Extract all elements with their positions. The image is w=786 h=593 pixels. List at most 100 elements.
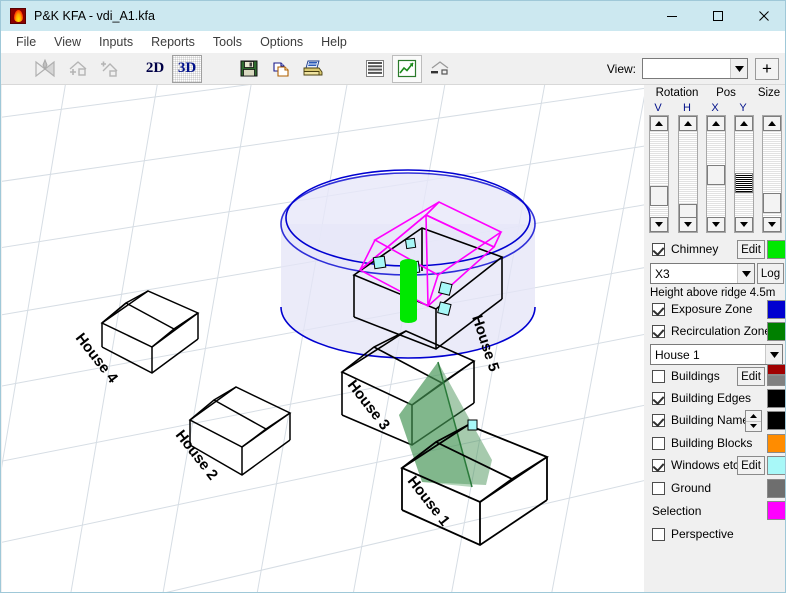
menu-item-inputs[interactable]: Inputs <box>90 33 142 51</box>
scroll-up-icon[interactable] <box>763 116 781 131</box>
table-view-icon[interactable] <box>360 55 390 83</box>
chevron-down-icon[interactable] <box>765 345 782 364</box>
scroll-up-icon[interactable] <box>735 116 753 131</box>
recirculation-zone-row[interactable]: Recirculation Zone <box>652 324 771 338</box>
menu-bar: File View Inputs Reports Tools Options H… <box>1 31 785 53</box>
axis-h-label: H <box>683 102 691 114</box>
minimize-icon[interactable] <box>649 1 695 31</box>
chimney-edit-button[interactable]: Edit <box>737 240 765 259</box>
add-building-icon[interactable] <box>62 55 92 83</box>
building-select[interactable]: House 1 <box>650 344 783 365</box>
building-blocks-checkbox[interactable] <box>652 436 665 450</box>
chevron-down-icon[interactable] <box>730 59 747 78</box>
perspective-row[interactable]: Perspective <box>652 527 734 541</box>
windows-etc-color-swatch[interactable] <box>767 456 785 475</box>
buildings-color-swatch-secondary[interactable] <box>767 375 785 386</box>
chart-view-icon[interactable] <box>392 54 422 83</box>
building-edges-row[interactable]: Building Edges <box>652 391 751 405</box>
building-edges-color-swatch[interactable] <box>767 389 785 408</box>
scroll-up-icon[interactable] <box>707 116 725 131</box>
close-icon[interactable] <box>741 1 785 31</box>
pos-y-slider[interactable] <box>734 115 754 233</box>
view-3d-label: 3D <box>177 60 197 76</box>
window-controls <box>649 1 785 31</box>
ground-checkbox[interactable] <box>652 481 665 495</box>
maximize-icon[interactable] <box>695 1 741 31</box>
buildings-row[interactable]: Buildings <box>652 369 720 383</box>
rotation-v-slider[interactable] <box>649 115 669 233</box>
scroll-down-icon[interactable] <box>650 217 668 232</box>
print-icon[interactable] <box>298 55 328 83</box>
buildings-edit-button[interactable]: Edit <box>737 367 765 386</box>
menu-item-help[interactable]: Help <box>312 33 356 51</box>
view-select[interactable] <box>642 58 748 79</box>
rotation-h-slider[interactable] <box>678 115 698 233</box>
exposure-zone-color-swatch[interactable] <box>767 300 785 319</box>
menu-item-tools[interactable]: Tools <box>204 33 251 51</box>
building-names-size-stepper[interactable] <box>745 410 762 432</box>
exposure-zone-checkbox[interactable] <box>652 302 665 316</box>
scene-3d: House 5 House 3 House 1 House 4 House 2 <box>2 85 644 592</box>
building-blocks-row[interactable]: Building Blocks <box>652 436 752 450</box>
rotation-v-thumb[interactable] <box>650 186 668 206</box>
perspective-label: Perspective <box>671 527 734 541</box>
buildings-checkbox[interactable] <box>652 369 665 383</box>
building-blocks-color-swatch[interactable] <box>767 434 785 453</box>
copy-icon[interactable] <box>266 55 296 83</box>
size-slider[interactable] <box>762 115 782 233</box>
house-4[interactable]: House 4 <box>72 290 200 387</box>
buildings-color-swatch-primary[interactable] <box>767 364 785 375</box>
scroll-down-icon[interactable] <box>763 217 781 232</box>
scroll-down-icon[interactable] <box>735 217 753 232</box>
ground-row[interactable]: Ground <box>652 481 711 495</box>
pos-x-slider[interactable] <box>706 115 726 233</box>
menu-item-reports[interactable]: Reports <box>142 33 204 51</box>
building-names-row[interactable]: Building Names <box>652 413 755 427</box>
menu-item-file[interactable]: File <box>7 33 45 51</box>
building-blocks-label: Building Blocks <box>671 436 753 450</box>
perspective-checkbox[interactable] <box>652 527 665 541</box>
chimney-checkbox[interactable] <box>652 242 665 256</box>
windows-etc-checkbox[interactable] <box>652 458 665 472</box>
scroll-down-icon[interactable] <box>707 217 725 232</box>
view-3d-button[interactable]: 3D <box>172 54 202 83</box>
size-thumb[interactable] <box>763 193 781 213</box>
pos-group-label: Pos <box>716 87 736 99</box>
view-2d-button[interactable]: 2D <box>140 55 170 83</box>
windows-etc-row[interactable]: Windows etc <box>652 458 739 472</box>
pos-y-thumb[interactable] <box>735 173 753 193</box>
building-names-checkbox[interactable] <box>652 413 665 427</box>
selection-color-swatch[interactable] <box>767 501 785 520</box>
scroll-up-icon[interactable] <box>679 116 697 131</box>
stepper-down-icon[interactable] <box>746 422 761 432</box>
scroll-up-icon[interactable] <box>650 116 668 131</box>
application-window: P&K KFA - vdi_A1.kfa File View Inputs Re… <box>0 0 786 593</box>
recirculation-zone-color-swatch[interactable] <box>767 322 785 341</box>
ground-color-swatch[interactable] <box>767 479 785 498</box>
menu-item-options[interactable]: Options <box>251 33 312 51</box>
add-stack-icon[interactable] <box>94 55 124 83</box>
menu-item-view[interactable]: View <box>45 33 90 51</box>
terrain-view-icon[interactable] <box>424 55 454 83</box>
save-icon[interactable] <box>234 55 264 83</box>
chimney-row[interactable]: Chimney <box>652 242 718 256</box>
exposure-zone-row[interactable]: Exposure Zone <box>652 302 752 316</box>
chimney-stack[interactable] <box>400 259 417 323</box>
log-button[interactable]: Log <box>757 263 784 284</box>
add-view-button[interactable]: + <box>755 57 779 80</box>
viewport-3d[interactable]: House 5 House 3 House 1 House 4 House 2 <box>2 85 644 592</box>
chimney-color-swatch[interactable] <box>767 240 785 259</box>
chimney-select[interactable]: X3 <box>650 263 755 284</box>
chevron-down-icon[interactable] <box>737 264 754 283</box>
wind-rose-icon[interactable] <box>30 55 60 83</box>
chimney-label: Chimney <box>671 242 719 256</box>
building-names-color-swatch[interactable] <box>767 411 785 430</box>
windows-etc-edit-button[interactable]: Edit <box>737 456 765 475</box>
stepper-up-icon[interactable] <box>746 411 761 422</box>
pos-x-thumb[interactable] <box>707 165 725 185</box>
recirculation-zone-checkbox[interactable] <box>652 324 665 338</box>
recirculation-zone <box>399 361 492 488</box>
scroll-down-icon[interactable] <box>679 217 697 232</box>
building-edges-checkbox[interactable] <box>652 391 665 405</box>
house-2[interactable]: House 2 <box>172 386 292 483</box>
